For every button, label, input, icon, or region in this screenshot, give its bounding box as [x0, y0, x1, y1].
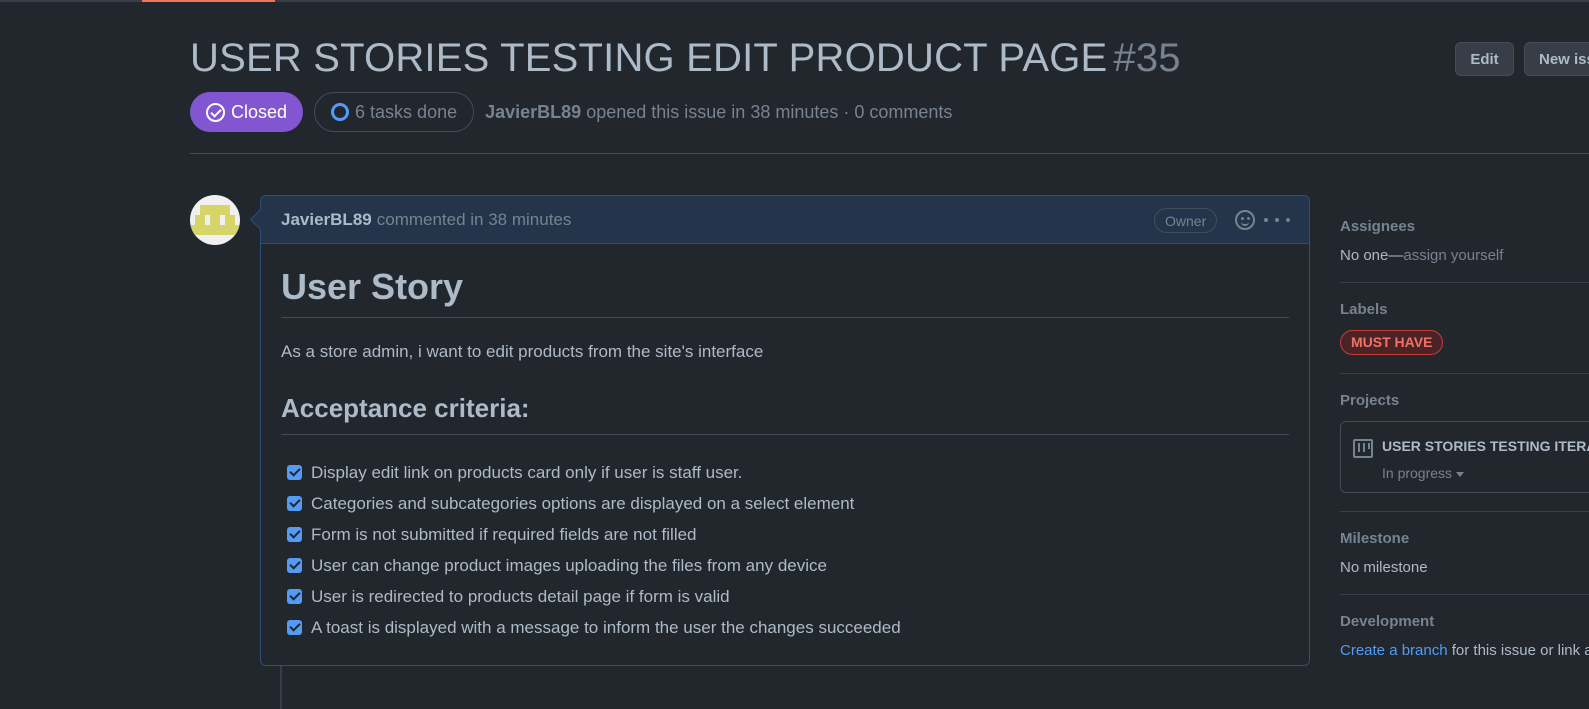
project-status-label: In progress — [1382, 465, 1453, 481]
caret-down-icon — [1456, 471, 1465, 477]
task-list: Display edit link on products card only … — [281, 457, 1289, 643]
task-checkbox[interactable] — [287, 465, 302, 480]
issue-number: #35 — [1113, 36, 1181, 80]
state-badge: Closed — [190, 92, 304, 132]
comment-author-link[interactable]: JavierBL89 — [281, 210, 372, 230]
task-checkbox[interactable] — [287, 589, 302, 604]
task-label: User is redirected to products detail pa… — [311, 586, 730, 606]
avatar-pixel — [210, 215, 220, 225]
issue-sidebar: Assignees No one—assign yourself Labels … — [1340, 200, 1589, 677]
smiley-icon[interactable] — [1235, 210, 1255, 230]
task-label: Display edit link on products card only … — [311, 462, 743, 482]
assignees-none: No one— — [1340, 247, 1404, 264]
avatar-pixel — [200, 205, 230, 215]
task-checkbox[interactable] — [287, 496, 302, 511]
milestone-value: No milestone — [1340, 559, 1428, 576]
development-title[interactable]: Development — [1340, 613, 1589, 630]
projects-title[interactable]: Projects — [1340, 392, 1589, 409]
avatar-pixel — [225, 215, 235, 225]
assign-yourself-link[interactable]: assign yourself — [1403, 247, 1503, 264]
task-label: Form is not submitted if required fields… — [311, 524, 697, 544]
task-checkbox[interactable] — [287, 527, 302, 542]
create-branch-link[interactable]: Create a branch — [1340, 642, 1448, 659]
kebab-icon[interactable] — [1264, 210, 1290, 230]
task-item: A toast is displayed with a message to i… — [281, 612, 1289, 643]
development-section: Development Create a branch for this iss… — [1340, 595, 1589, 677]
assignees-section: Assignees No one—assign yourself — [1340, 200, 1589, 283]
development-rest: for this issue or link a — [1451, 642, 1589, 659]
task-item: Display edit link on products card only … — [281, 457, 1289, 488]
comment-header: JavierBL89 commented in 38 minutes Owner — [261, 196, 1309, 244]
task-label: User can change product images uploading… — [311, 555, 827, 575]
timeline-line — [280, 666, 282, 709]
task-checkbox[interactable] — [287, 558, 302, 573]
avatar[interactable] — [190, 195, 240, 245]
comment-timestamp[interactable]: commented in 38 minutes — [377, 210, 572, 230]
edit-button[interactable]: Edit — [1455, 42, 1514, 76]
task-checkbox[interactable] — [287, 620, 302, 635]
task-item: User can change product images uploading… — [281, 550, 1289, 581]
task-item: Form is not submitted if required fields… — [281, 519, 1289, 550]
task-label: Categories and subcategories options are… — [311, 493, 855, 513]
project-name[interactable]: USER STORIES TESTING ITERAT — [1382, 438, 1589, 454]
assignees-title[interactable]: Assignees — [1340, 218, 1589, 235]
project-card[interactable]: USER STORIES TESTING ITERAT In progress — [1340, 421, 1589, 493]
label-must-have[interactable]: MUST HAVE — [1340, 330, 1444, 355]
issue-meta: Closed 6 tasks done JavierBL89 opened th… — [190, 92, 952, 132]
issue-author-link[interactable]: JavierBL89 — [485, 102, 581, 122]
tasks-badge[interactable]: 6 tasks done — [314, 92, 475, 132]
avatar-pixel — [195, 215, 205, 225]
development-text: Create a branch for this issue or link a — [1340, 642, 1589, 659]
state-label: Closed — [231, 101, 288, 122]
project-board-icon — [1353, 439, 1373, 458]
check-circle-icon — [206, 102, 225, 122]
tasks-label: 6 tasks done — [355, 101, 458, 122]
owner-badge: Owner — [1154, 208, 1218, 233]
issue-meta-rest: opened this issue in 38 minutes · 0 comm… — [586, 101, 953, 122]
comment-body: User Story As a store admin, i want to e… — [261, 266, 1309, 643]
labels-title[interactable]: Labels — [1340, 301, 1589, 318]
story-heading: User Story — [281, 266, 1289, 318]
progress-ring-icon — [331, 103, 350, 121]
avatar-pixel — [190, 225, 240, 235]
issue-title: USER STORIES TESTING EDIT PRODUCT PAGE #3… — [190, 36, 1181, 81]
labels-section: Labels MUST HAVE — [1340, 283, 1589, 374]
issue-title-text: USER STORIES TESTING EDIT PRODUCT PAGE — [190, 36, 1108, 80]
active-tab-indicator — [142, 0, 275, 2]
issue-comment: JavierBL89 commented in 38 minutes Owner… — [260, 195, 1310, 666]
story-text: As a store admin, i want to edit product… — [281, 342, 764, 361]
criteria-heading: Acceptance criteria: — [281, 393, 1289, 435]
header-divider — [190, 153, 1589, 154]
task-item: Categories and subcategories options are… — [281, 488, 1289, 519]
task-label: A toast is displayed with a message to i… — [311, 617, 901, 637]
new-issue-button[interactable]: New iss — [1524, 42, 1589, 76]
issue-opened-text: JavierBL89 opened this issue in 38 minut… — [485, 102, 952, 123]
projects-section: Projects USER STORIES TESTING ITERAT In … — [1340, 374, 1589, 512]
milestone-title[interactable]: Milestone — [1340, 530, 1589, 547]
milestone-section: Milestone No milestone — [1340, 512, 1589, 595]
project-status-dropdown[interactable]: In progress — [1382, 465, 1465, 481]
assignees-value: No one—assign yourself — [1340, 247, 1589, 264]
task-item: User is redirected to products detail pa… — [281, 581, 1289, 612]
